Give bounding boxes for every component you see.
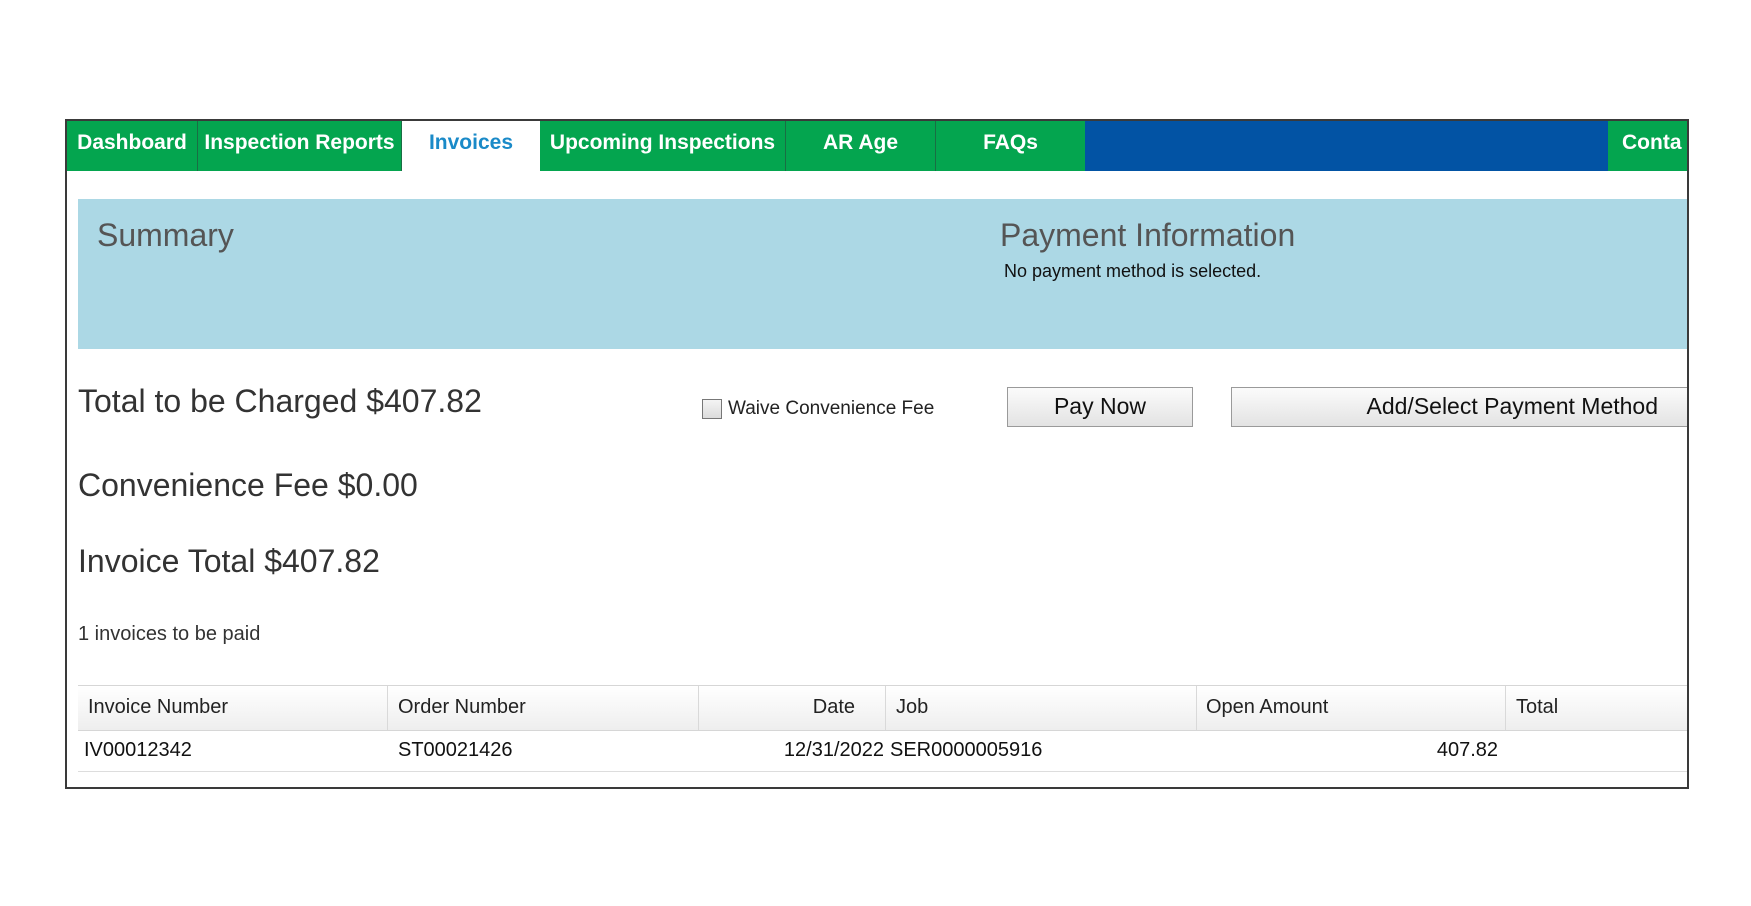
total-cell [1506, 731, 1687, 771]
tab-dashboard[interactable]: Dashboard [67, 121, 198, 171]
pay-now-button[interactable]: Pay Now [1007, 387, 1193, 427]
table-header: Invoice Number Order Number Date Job Ope… [78, 685, 1687, 731]
main-nav: Dashboard Inspection Reports Invoices Up… [67, 121, 1687, 173]
tab-upcoming-inspections[interactable]: Upcoming Inspections [540, 121, 786, 171]
column-date[interactable]: Date [699, 686, 886, 730]
invoices-table: Invoice Number Order Number Date Job Ope… [78, 685, 1687, 772]
order-number-cell: ST00021426 [398, 739, 513, 761]
add-select-payment-method-button[interactable]: Add/Select Payment Method [1231, 387, 1687, 427]
summary-title: Summary [97, 217, 234, 253]
invoices-count: 1 invoices to be paid [78, 623, 261, 645]
job-cell: SER0000005916 [890, 739, 1043, 761]
payment-information-title: Payment Information [1000, 217, 1296, 253]
waive-fee-control: Waive Convenience Fee [702, 397, 934, 421]
payment-method-note: No payment method is selected. [1004, 261, 1262, 281]
tab-invoices[interactable]: Invoices [402, 121, 540, 173]
column-open-amount[interactable]: Open Amount [1197, 686, 1506, 730]
tab-ar-age[interactable]: AR Age [786, 121, 936, 171]
invoices-window: Dashboard Inspection Reports Invoices Up… [65, 119, 1689, 789]
table-row[interactable]: IV00012342 ST00021426 12/31/2022 SER0000… [78, 731, 1687, 772]
column-invoice-number[interactable]: Invoice Number [78, 686, 388, 730]
tab-contact[interactable]: Conta [1608, 121, 1687, 171]
tab-faqs[interactable]: FAQs [936, 121, 1085, 171]
waive-fee-checkbox[interactable] [702, 399, 722, 419]
total-to-be-charged: Total to be Charged $407.82 [78, 383, 482, 419]
summary-panel: Summary Payment Information No payment m… [78, 199, 1687, 349]
invoice-number-cell: IV00012342 [84, 739, 192, 761]
open-amount-cell: 407.82 [1436, 739, 1498, 761]
waive-fee-label: Waive Convenience Fee [728, 398, 935, 419]
invoice-total: Invoice Total $407.82 [78, 543, 380, 579]
column-total[interactable]: Total [1506, 686, 1687, 730]
column-order-number[interactable]: Order Number [388, 686, 699, 730]
tab-inspection-reports[interactable]: Inspection Reports [198, 121, 402, 171]
column-job[interactable]: Job [886, 686, 1197, 730]
convenience-fee: Convenience Fee $0.00 [78, 467, 418, 503]
date-cell: 12/31/2022 [783, 739, 884, 761]
